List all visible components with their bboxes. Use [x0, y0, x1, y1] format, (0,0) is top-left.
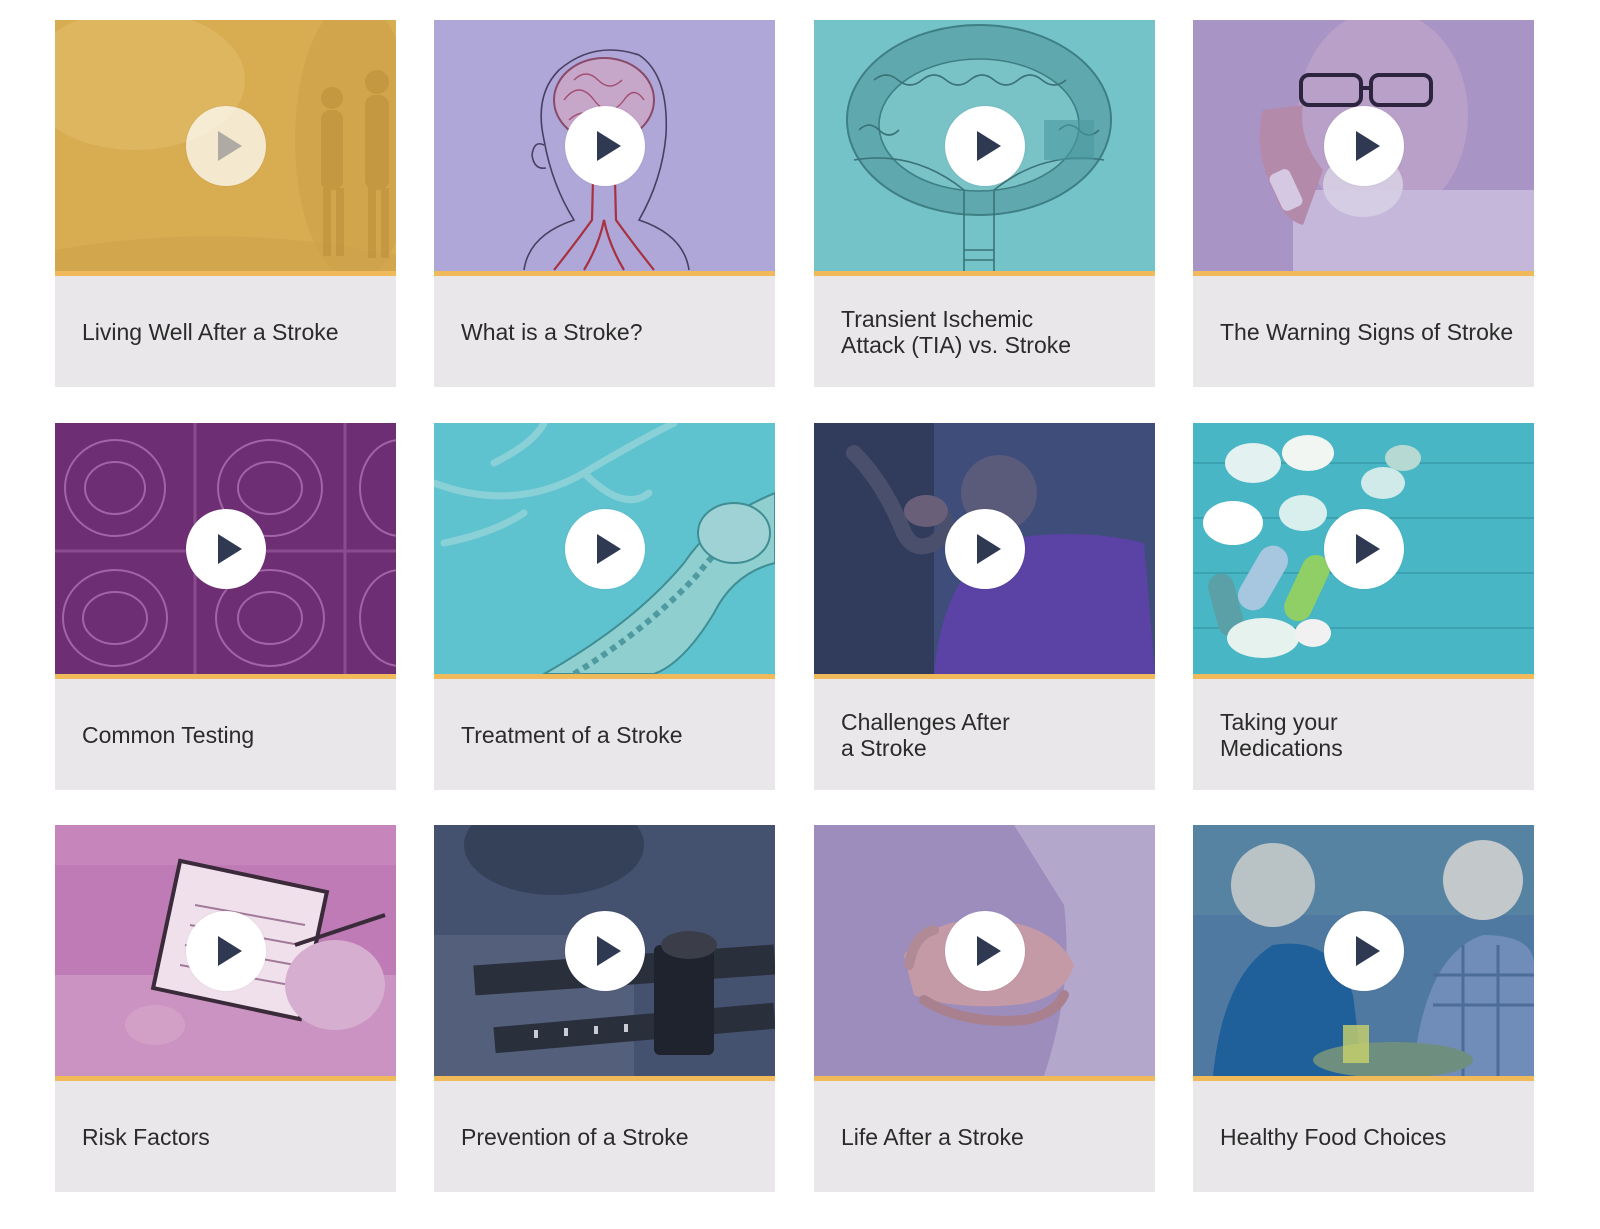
play-button[interactable]: [186, 911, 266, 991]
video-thumbnail[interactable]: [55, 825, 396, 1081]
video-card[interactable]: Prevention of a Stroke: [434, 825, 775, 1192]
play-icon: [218, 936, 242, 966]
play-button[interactable]: [565, 106, 645, 186]
video-title[interactable]: Risk Factors: [82, 1081, 388, 1192]
play-button[interactable]: [1324, 106, 1404, 186]
play-button[interactable]: [945, 509, 1025, 589]
video-title[interactable]: Common Testing: [82, 679, 388, 790]
play-icon: [977, 936, 1001, 966]
video-thumbnail[interactable]: [814, 825, 1155, 1081]
video-title[interactable]: Living Well After a Stroke: [82, 276, 388, 387]
play-button[interactable]: [186, 509, 266, 589]
play-button[interactable]: [1324, 509, 1404, 589]
play-icon: [977, 131, 1001, 161]
play-button[interactable]: [1324, 911, 1404, 991]
video-thumbnail[interactable]: [1193, 423, 1534, 679]
play-icon: [1356, 534, 1380, 564]
video-grid: Living Well After a Stroke What is a Str…: [0, 0, 1600, 1229]
video-thumbnail[interactable]: [814, 20, 1155, 276]
video-title[interactable]: The Warning Signs of Stroke: [1220, 276, 1526, 387]
video-thumbnail[interactable]: [55, 20, 396, 276]
video-card[interactable]: Common Testing: [55, 423, 396, 790]
play-button[interactable]: [565, 911, 645, 991]
play-icon: [597, 131, 621, 161]
video-card[interactable]: Living Well After a Stroke: [55, 20, 396, 387]
video-card[interactable]: Taking your Medications: [1193, 423, 1534, 790]
video-card[interactable]: Life After a Stroke: [814, 825, 1155, 1192]
video-title[interactable]: Treatment of a Stroke: [461, 679, 767, 790]
video-title[interactable]: Healthy Food Choices: [1220, 1081, 1526, 1192]
video-title[interactable]: Life After a Stroke: [841, 1081, 1147, 1192]
play-button[interactable]: [945, 106, 1025, 186]
video-thumbnail[interactable]: [1193, 825, 1534, 1081]
video-card[interactable]: Transient Ischemic Attack (TIA) vs. Stro…: [814, 20, 1155, 387]
video-thumbnail[interactable]: [434, 423, 775, 679]
play-icon: [597, 534, 621, 564]
video-title[interactable]: Taking your Medications: [1220, 679, 1526, 790]
play-button[interactable]: [186, 106, 266, 186]
play-icon: [597, 936, 621, 966]
video-card[interactable]: Treatment of a Stroke: [434, 423, 775, 790]
video-thumbnail[interactable]: [55, 423, 396, 679]
video-card[interactable]: What is a Stroke?: [434, 20, 775, 387]
video-thumbnail[interactable]: [434, 825, 775, 1081]
video-card[interactable]: Risk Factors: [55, 825, 396, 1192]
play-icon: [218, 534, 242, 564]
video-card[interactable]: The Warning Signs of Stroke: [1193, 20, 1534, 387]
play-icon: [977, 534, 1001, 564]
video-card[interactable]: Challenges After a Stroke: [814, 423, 1155, 790]
video-thumbnail[interactable]: [434, 20, 775, 276]
video-thumbnail[interactable]: [814, 423, 1155, 679]
video-thumbnail[interactable]: [1193, 20, 1534, 276]
video-card[interactable]: Healthy Food Choices: [1193, 825, 1534, 1192]
play-icon: [218, 131, 242, 161]
play-icon: [1356, 936, 1380, 966]
play-button[interactable]: [565, 509, 645, 589]
play-icon: [1356, 131, 1380, 161]
play-button[interactable]: [945, 911, 1025, 991]
video-title[interactable]: Challenges After a Stroke: [841, 679, 1147, 790]
video-title[interactable]: Transient Ischemic Attack (TIA) vs. Stro…: [841, 276, 1147, 387]
video-title[interactable]: Prevention of a Stroke: [461, 1081, 767, 1192]
video-title[interactable]: What is a Stroke?: [461, 276, 767, 387]
